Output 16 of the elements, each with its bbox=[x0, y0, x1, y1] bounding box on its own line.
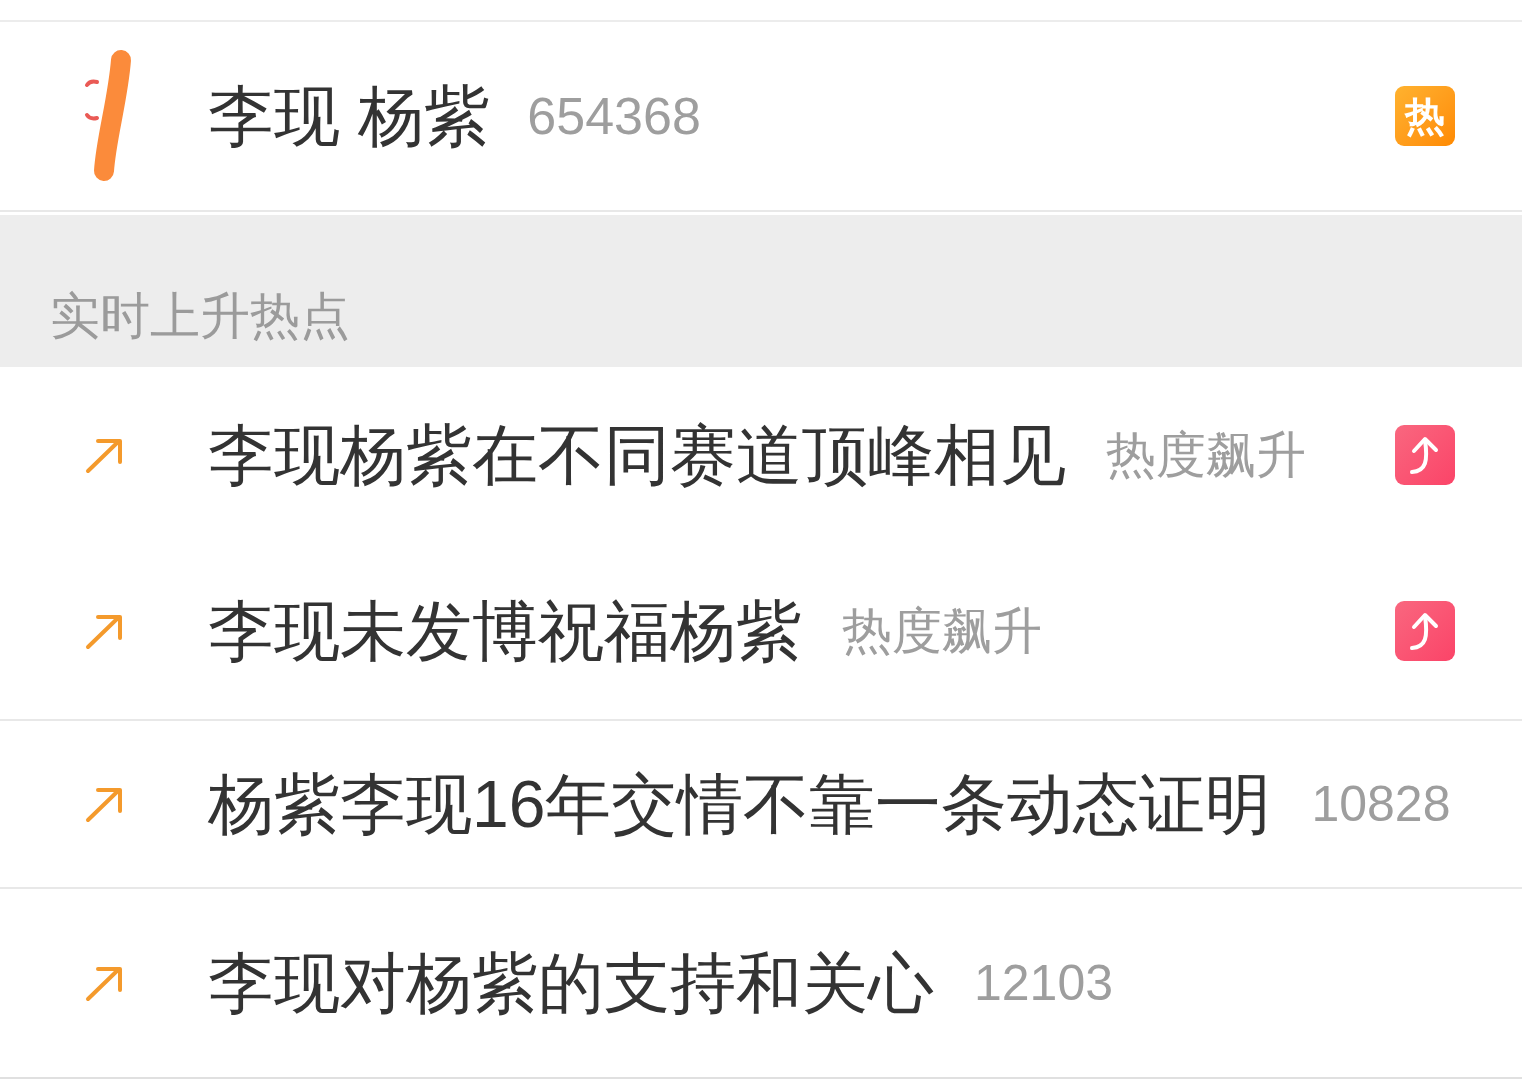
heat-count: 654368 bbox=[527, 90, 701, 142]
heat-label: 12103 bbox=[974, 958, 1114, 1008]
topic-title[interactable]: 李现对杨紫的支持和关心 bbox=[208, 950, 934, 1016]
section-title: 实时上升热点 bbox=[50, 291, 350, 341]
up-right-arrow-icon bbox=[85, 436, 123, 474]
heat-label: 热度飙升 bbox=[842, 606, 1042, 656]
hot-badge: 热 bbox=[1395, 86, 1455, 146]
up-right-arrow-icon bbox=[85, 612, 123, 650]
up-right-arrow-icon bbox=[85, 964, 123, 1002]
topic-title[interactable]: 李现 杨紫 bbox=[208, 83, 491, 149]
heat-label: 热度飙升 bbox=[1106, 430, 1306, 480]
topic-title[interactable]: 杨紫李现16年交情不靠一条动态证明 bbox=[208, 771, 1272, 837]
heat-label: 10828 bbox=[1311, 779, 1451, 829]
topic-title[interactable]: 李现杨紫在不同赛道顶峰相见 bbox=[208, 422, 1066, 488]
up-right-arrow-icon bbox=[85, 785, 123, 823]
topic-title[interactable]: 李现未发博祝福杨紫 bbox=[208, 598, 802, 664]
